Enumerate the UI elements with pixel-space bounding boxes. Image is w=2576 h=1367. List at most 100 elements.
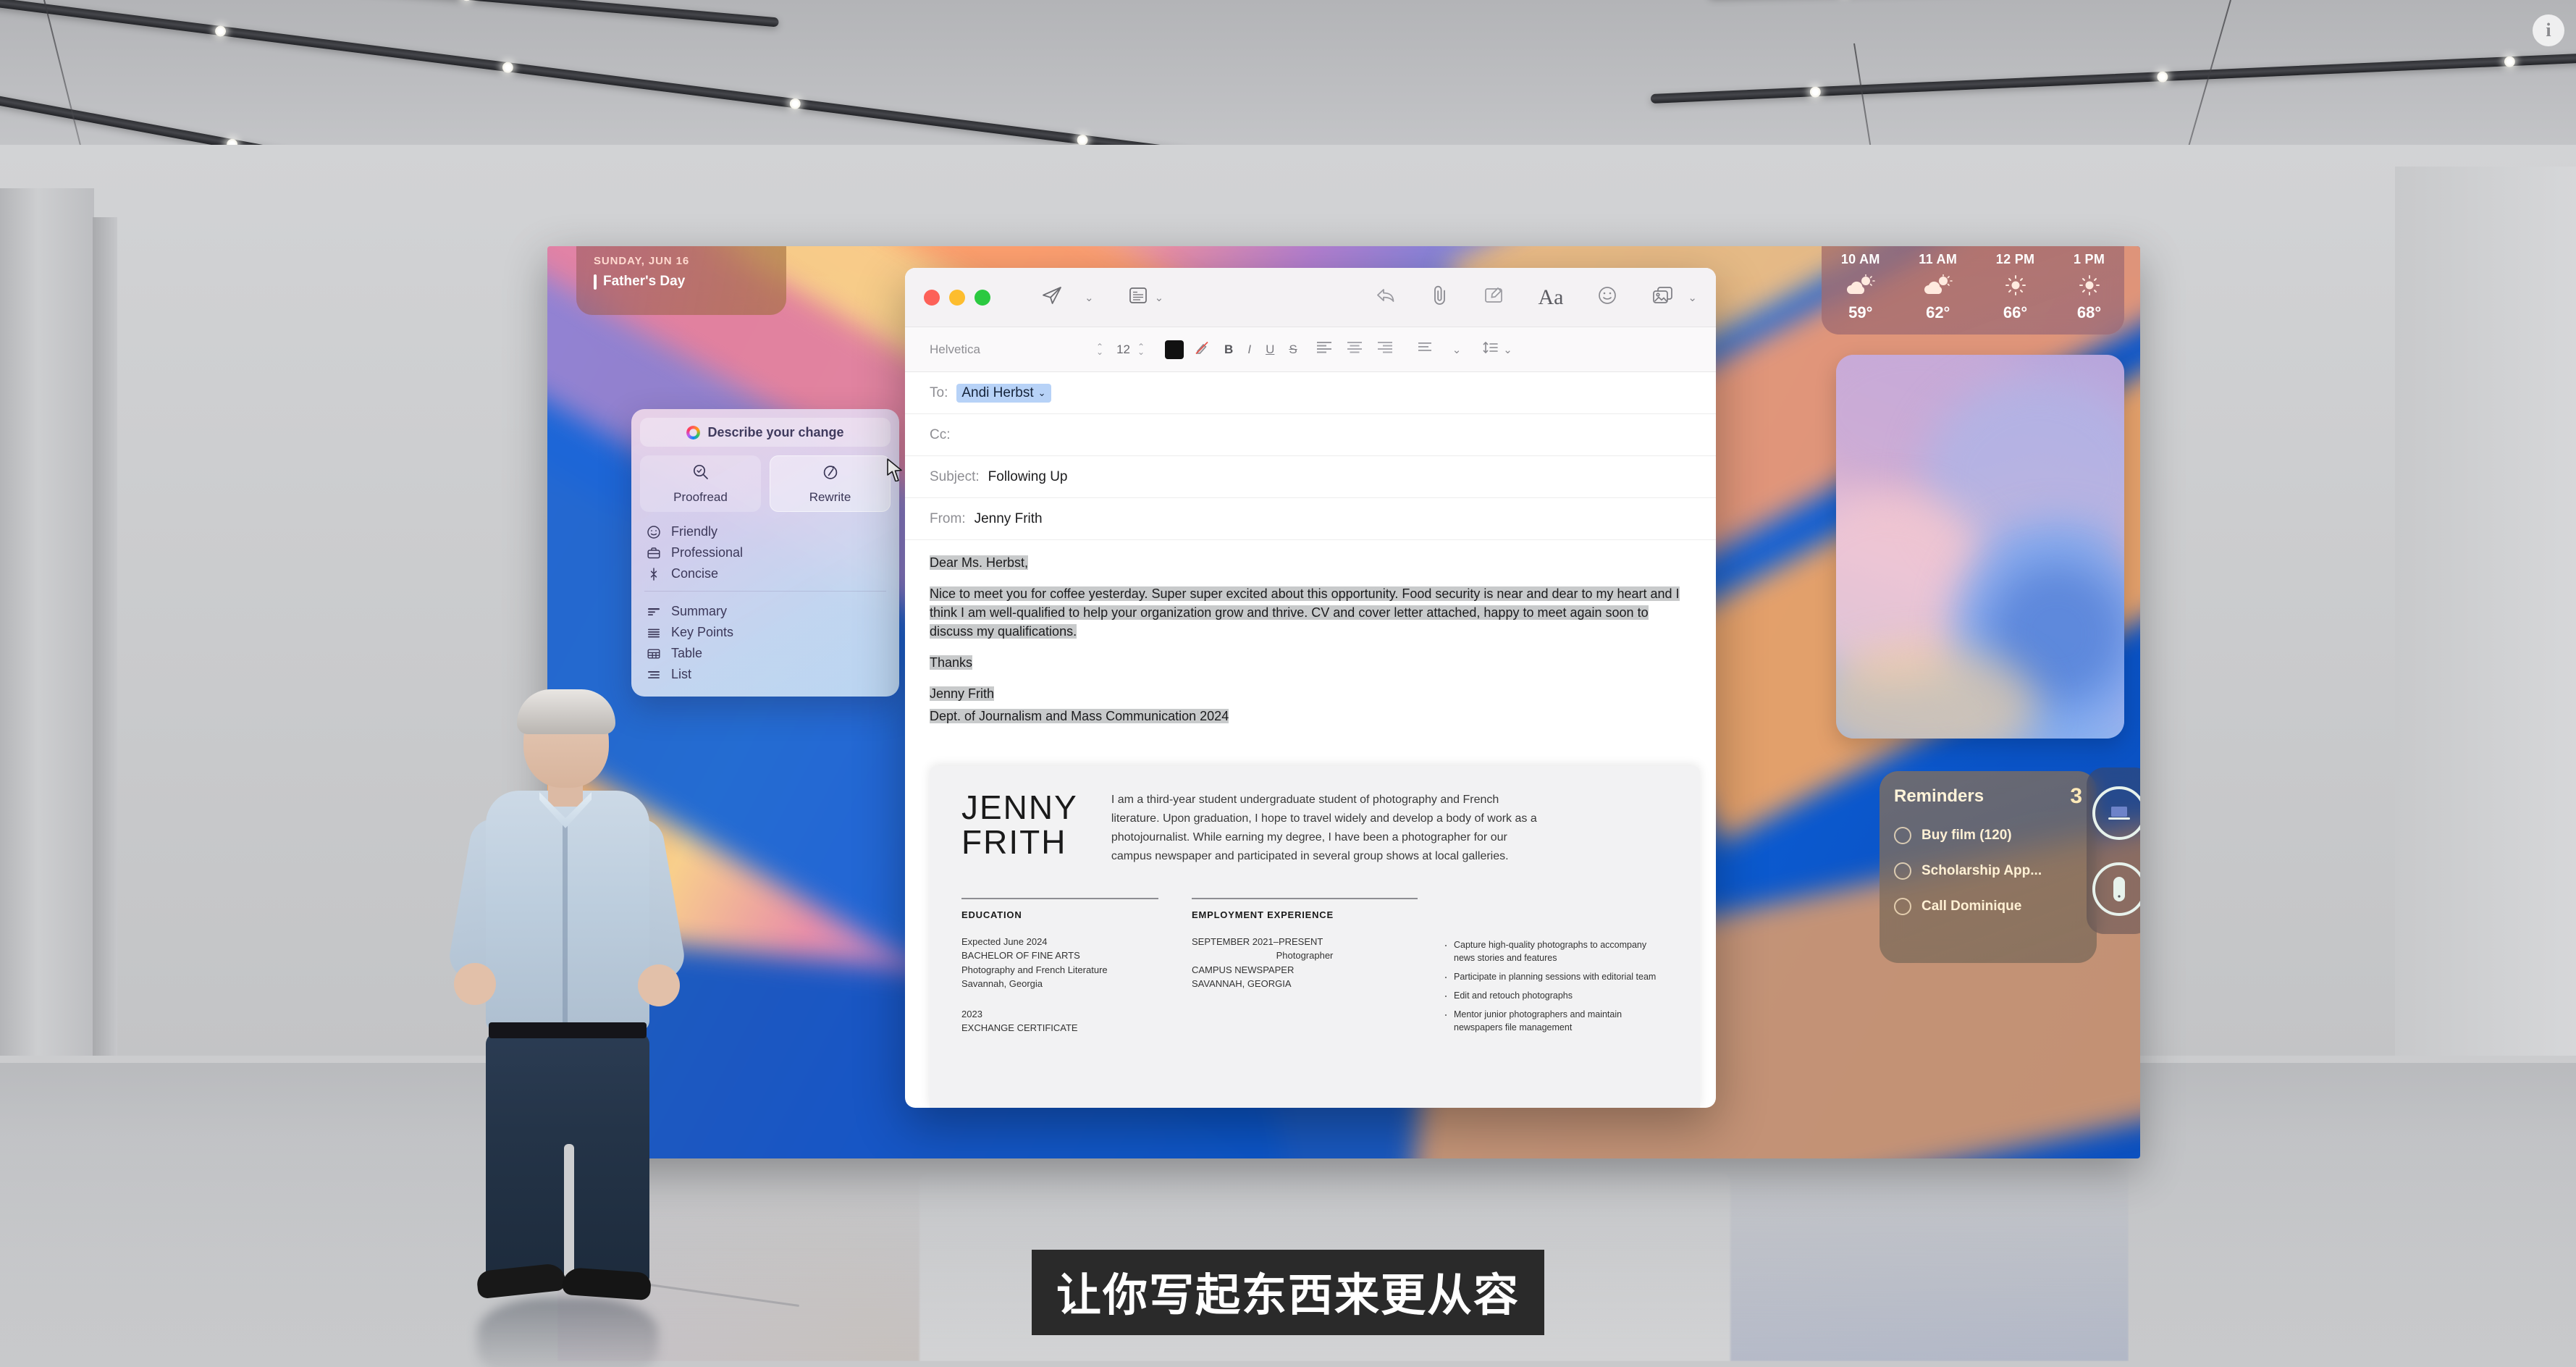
reminder-item[interactable]: Call Dominique xyxy=(1894,898,2082,915)
chevron-down-icon[interactable]: ⌄ xyxy=(1085,291,1094,304)
chevron-down-icon[interactable]: ⌄ xyxy=(1503,343,1512,356)
list-style-icon[interactable] xyxy=(1418,342,1434,357)
calendar-date: SUNDAY, JUN 16 xyxy=(594,255,690,267)
recipient-token[interactable]: Andi Herbst ⌄ xyxy=(956,383,1051,403)
employment-bullet: Edit and retouch photographs xyxy=(1442,986,1668,1005)
line-spacing-icon[interactable] xyxy=(1483,341,1499,358)
device-dock[interactable] xyxy=(2087,767,2140,934)
format-option-list[interactable]: List xyxy=(640,664,891,685)
reply-button[interactable] xyxy=(1376,286,1397,308)
mail-format-bar: Helvetica ⌃ ⌄ 12 ⌃ ⌄ B I U S ⌄ ⌄ xyxy=(905,327,1716,372)
field-from[interactable]: From: Jenny Frith xyxy=(905,498,1716,540)
reminder-checkbox-icon[interactable] xyxy=(1894,898,1911,915)
employment-bullet: Participate in planning sessions with ed… xyxy=(1442,967,1668,986)
strikethrough-button[interactable]: S xyxy=(1289,342,1297,357)
reminders-title: Reminders xyxy=(1894,786,1984,806)
format-Aa-icon: Aa xyxy=(1538,285,1564,309)
reminder-item[interactable]: Scholarship App... xyxy=(1894,862,2082,880)
partly-cloudy-icon xyxy=(1846,273,1875,298)
format-option-key-points[interactable]: Key Points xyxy=(640,622,891,643)
resume-header: JENNY FRITH I am a third-year student un… xyxy=(961,788,1668,866)
reminder-checkbox-icon[interactable] xyxy=(1894,862,1911,880)
minimize-button[interactable] xyxy=(949,289,965,306)
subject-label: Subject: xyxy=(930,468,980,484)
tone-label: Concise xyxy=(671,566,719,581)
mail-body[interactable]: Dear Ms. Herbst, Nice to meet you for co… xyxy=(905,540,1716,725)
font-size-select[interactable]: 12 xyxy=(1116,342,1130,357)
table-icon xyxy=(646,648,662,660)
field-cc[interactable]: Cc: xyxy=(905,414,1716,456)
mail-compose-window[interactable]: ⌄ ⌄ Aa ⌄ Helvetica ⌃ ⌄ 12 ⌃ ⌄ B I U S ⌄ … xyxy=(905,268,1716,1108)
italic-button[interactable]: I xyxy=(1247,342,1251,357)
chevron-down-icon[interactable]: ⌄ xyxy=(1038,387,1046,399)
smiley-icon xyxy=(646,525,662,539)
font-size-stepper[interactable]: ⌃ ⌄ xyxy=(1137,342,1145,356)
bold-button[interactable]: B xyxy=(1224,342,1233,357)
describe-change-input[interactable]: Describe your change xyxy=(640,418,891,447)
format-option-table[interactable]: Table xyxy=(640,643,891,664)
attachment-resume-preview[interactable]: JENNY FRITH I am a third-year student un… xyxy=(930,766,1700,1108)
weather-hour-temp: 68° xyxy=(2076,303,2102,321)
format-button[interactable]: Aa xyxy=(1538,285,1563,310)
employment-location: SAVANNAH, GEORGIA xyxy=(1192,978,1292,990)
chevron-down-icon[interactable]: ⌄ xyxy=(1688,291,1697,304)
chevron-down-icon[interactable]: ⌄ xyxy=(1155,291,1164,304)
stationery-button[interactable]: ⌄ xyxy=(1127,286,1164,308)
presenter-reflection xyxy=(477,1297,658,1367)
stationery-icon xyxy=(1127,286,1149,308)
tone-option-friendly[interactable]: Friendly xyxy=(640,521,891,542)
reminder-checkbox-icon[interactable] xyxy=(1894,827,1911,844)
send-button[interactable]: ⌄ xyxy=(1041,285,1094,309)
cc-label: Cc: xyxy=(930,426,951,442)
text-color-swatch[interactable] xyxy=(1165,340,1184,359)
close-button[interactable] xyxy=(924,289,940,306)
underline-button[interactable]: U xyxy=(1266,342,1274,357)
tone-option-concise[interactable]: Concise xyxy=(640,563,891,584)
reminders-widget[interactable]: Reminders 3 Buy film (120) Scholarship A… xyxy=(1880,771,2097,963)
partly-cloudy-icon xyxy=(1924,273,1953,298)
align-right-icon[interactable] xyxy=(1377,341,1393,358)
emoji-smiley-icon xyxy=(1596,285,1618,310)
calendar-event-row: Father's Day xyxy=(594,274,786,290)
rewrite-label: Rewrite xyxy=(809,490,851,504)
resume-education-column: EDUCATION Expected June 2024 BACHELOR OF… xyxy=(961,897,1158,1040)
chevron-down-icon[interactable]: ⌄ xyxy=(1452,343,1462,356)
weather-hour-temp: 59° xyxy=(1848,303,1873,321)
section-rule xyxy=(961,897,1158,899)
align-center-icon[interactable] xyxy=(1347,341,1363,358)
calendar-widget[interactable]: SUNDAY, JUN 16 Father's Day xyxy=(576,246,786,315)
tone-option-professional[interactable]: Professional xyxy=(640,542,891,563)
presenter-hair xyxy=(517,689,615,734)
format-option-summary[interactable]: Summary xyxy=(640,601,891,622)
info-icon[interactable]: i xyxy=(2533,14,2564,46)
markup-button[interactable] xyxy=(1483,285,1504,309)
field-to[interactable]: To: Andi Herbst ⌄ xyxy=(905,372,1716,414)
highlight-color-icon[interactable] xyxy=(1194,340,1210,359)
reminder-item[interactable]: Buy film (120) xyxy=(1894,827,2082,844)
font-family-select[interactable]: Helvetica xyxy=(930,342,1096,357)
resume-name-line1: JENNY xyxy=(961,788,1078,826)
format-label: Table xyxy=(671,646,703,660)
photos-widget[interactable] xyxy=(1836,355,2124,739)
briefcase-icon xyxy=(646,546,662,560)
mouse-icon[interactable] xyxy=(2092,862,2140,916)
apple-intelligence-icon xyxy=(686,425,701,439)
employment-org: CAMPUS NEWSPAPER xyxy=(1192,964,1295,975)
zoom-button[interactable] xyxy=(975,289,990,306)
laptop-icon[interactable] xyxy=(2092,786,2140,840)
education-entry: Expected June 2024 BACHELOR OF FINE ARTS… xyxy=(961,935,1108,990)
weather-widget[interactable]: 10 AM 59° 11 AM 62° 12 PM 66° 1 PM 68° xyxy=(1822,246,2124,335)
font-family-stepper[interactable]: ⌃ ⌄ xyxy=(1096,342,1103,356)
rewrite-button[interactable]: Rewrite xyxy=(770,455,891,512)
writing-tools-popover[interactable]: Describe your change Proofread Rewrite F… xyxy=(631,409,902,697)
presenter-leg-gap xyxy=(564,1144,574,1284)
recipient-name: Andi Herbst xyxy=(961,384,1034,400)
align-left-icon[interactable] xyxy=(1316,341,1332,358)
attach-button[interactable] xyxy=(1431,285,1449,310)
field-subject[interactable]: Subject: Following Up xyxy=(905,456,1716,498)
reminder-label: Call Dominique xyxy=(1922,899,2022,914)
photos-button[interactable]: ⌄ xyxy=(1651,285,1697,309)
key-points-icon xyxy=(646,628,662,638)
emoji-button[interactable] xyxy=(1596,285,1618,310)
proofread-button[interactable]: Proofread xyxy=(640,455,761,512)
